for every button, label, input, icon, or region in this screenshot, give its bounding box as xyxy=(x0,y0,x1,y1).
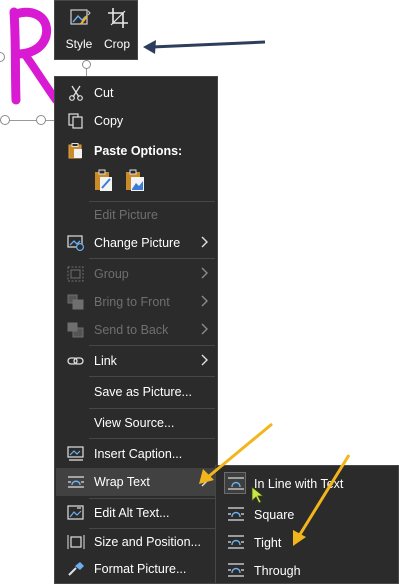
menu-item-link[interactable]: Link xyxy=(56,347,216,375)
size-and-position-icon xyxy=(67,535,85,549)
menu-item-group: Group xyxy=(56,260,216,288)
submenu-arrow-icon xyxy=(201,475,208,487)
group-icon xyxy=(67,266,84,282)
menu-item-send-to-back: Send to Back xyxy=(56,316,216,344)
menu-item-label: Save as Picture... xyxy=(94,385,192,399)
crop-label: Crop xyxy=(103,37,130,51)
menu-item-label: Wrap Text xyxy=(94,475,150,489)
alt-text-icon xyxy=(67,505,84,520)
crop-icon xyxy=(108,8,128,28)
menu-item-label: Group xyxy=(94,267,129,281)
paste-picture-icon[interactable] xyxy=(124,169,146,193)
submenu-arrow-icon xyxy=(201,295,208,307)
send-to-back-icon xyxy=(67,322,84,338)
menu-item-label: Send to Back xyxy=(94,323,169,337)
menu-item-cut[interactable]: Cut xyxy=(56,79,216,107)
menu-item-change-picture[interactable]: Change Picture xyxy=(56,229,216,257)
submenu-item-in-line-with-text[interactable]: In Line with Text xyxy=(217,469,397,497)
wrap-text-submenu: In Line with Text Square Tight Through xyxy=(215,465,399,584)
submenu-arrow-icon xyxy=(201,323,208,335)
bring-to-front-icon xyxy=(67,294,84,310)
submenu-item-label: Tight xyxy=(254,536,282,550)
paste-options-header: Paste Options: xyxy=(56,137,216,165)
menu-item-label: Size and Position... xyxy=(94,535,202,549)
menu-item-edit-picture: Edit Picture xyxy=(56,201,216,229)
picture-style-icon xyxy=(70,9,91,25)
resize-handle-bottom-left[interactable] xyxy=(0,115,10,125)
menu-item-view-source[interactable]: View Source... xyxy=(56,409,216,437)
menu-item-edit-alt-text[interactable]: Edit Alt Text... xyxy=(56,499,216,527)
wrap-through-icon xyxy=(228,563,244,577)
mini-toolbar: Style Crop xyxy=(54,0,138,60)
submenu-arrow-icon xyxy=(201,236,208,248)
submenu-item-label: Square xyxy=(254,508,295,522)
menu-item-label: View Source... xyxy=(94,416,175,430)
menu-item-label: Cut xyxy=(94,86,114,100)
submenu-item-label: Through xyxy=(254,564,301,578)
format-picture-icon xyxy=(68,562,84,576)
resize-handle-bottom-middle[interactable] xyxy=(36,115,46,125)
menu-separator xyxy=(89,258,215,259)
wrap-square-icon xyxy=(228,507,244,521)
annotation-arrow-navy xyxy=(143,40,266,54)
wrap-tight-icon xyxy=(228,535,244,549)
menu-item-size-and-position[interactable]: Size and Position... xyxy=(56,528,216,556)
resize-handle-top-right[interactable] xyxy=(82,60,91,69)
in-line-with-text-icon xyxy=(228,477,244,490)
menu-item-label: Copy xyxy=(94,114,124,128)
menu-item-insert-caption[interactable]: Insert Caption... xyxy=(56,440,216,468)
menu-item-label: Edit Alt Text... xyxy=(94,506,170,520)
insert-caption-icon xyxy=(67,446,84,461)
menu-item-copy[interactable]: Copy xyxy=(56,107,216,135)
submenu-arrow-icon xyxy=(201,354,208,366)
menu-item-label: Link xyxy=(94,354,117,368)
copy-icon xyxy=(68,113,83,129)
menu-item-label: Format Picture... xyxy=(94,562,187,576)
menu-separator xyxy=(89,376,215,377)
menu-item-label: Edit Picture xyxy=(94,208,158,222)
wrap-text-icon xyxy=(68,476,84,488)
menu-item-bring-to-front: Bring to Front xyxy=(56,288,216,316)
change-picture-icon xyxy=(67,235,84,251)
submenu-item-square[interactable]: Square xyxy=(217,500,397,528)
submenu-item-through[interactable]: Through xyxy=(217,556,397,584)
crop-button[interactable]: Crop xyxy=(97,1,137,59)
menu-item-label: Bring to Front xyxy=(94,295,170,309)
style-label: Style xyxy=(65,37,93,51)
link-icon xyxy=(67,357,84,365)
menu-item-wrap-text[interactable]: Wrap Text xyxy=(56,468,216,496)
submenu-item-label: In Line with Text xyxy=(254,477,344,491)
style-button[interactable]: Style xyxy=(59,1,99,59)
menu-item-label: Change Picture xyxy=(94,236,181,250)
menu-separator xyxy=(89,438,215,439)
selected-picture[interactable] xyxy=(0,0,60,108)
menu-separator xyxy=(89,345,215,346)
submenu-item-tight[interactable]: Tight xyxy=(217,528,397,556)
scissors-icon xyxy=(69,85,83,101)
context-menu: Cut Copy Paste Options: Edit Picture Cha… xyxy=(54,76,218,584)
paste-keep-source-icon[interactable] xyxy=(93,169,115,193)
menu-item-save-as-picture[interactable]: Save as Picture... xyxy=(56,378,216,406)
paste-options-label: Paste Options: xyxy=(94,144,183,158)
submenu-arrow-icon xyxy=(201,267,208,279)
menu-item-label: Insert Caption... xyxy=(94,447,183,461)
menu-item-format-picture[interactable]: Format Picture... xyxy=(56,555,216,583)
clipboard-icon xyxy=(68,143,82,159)
